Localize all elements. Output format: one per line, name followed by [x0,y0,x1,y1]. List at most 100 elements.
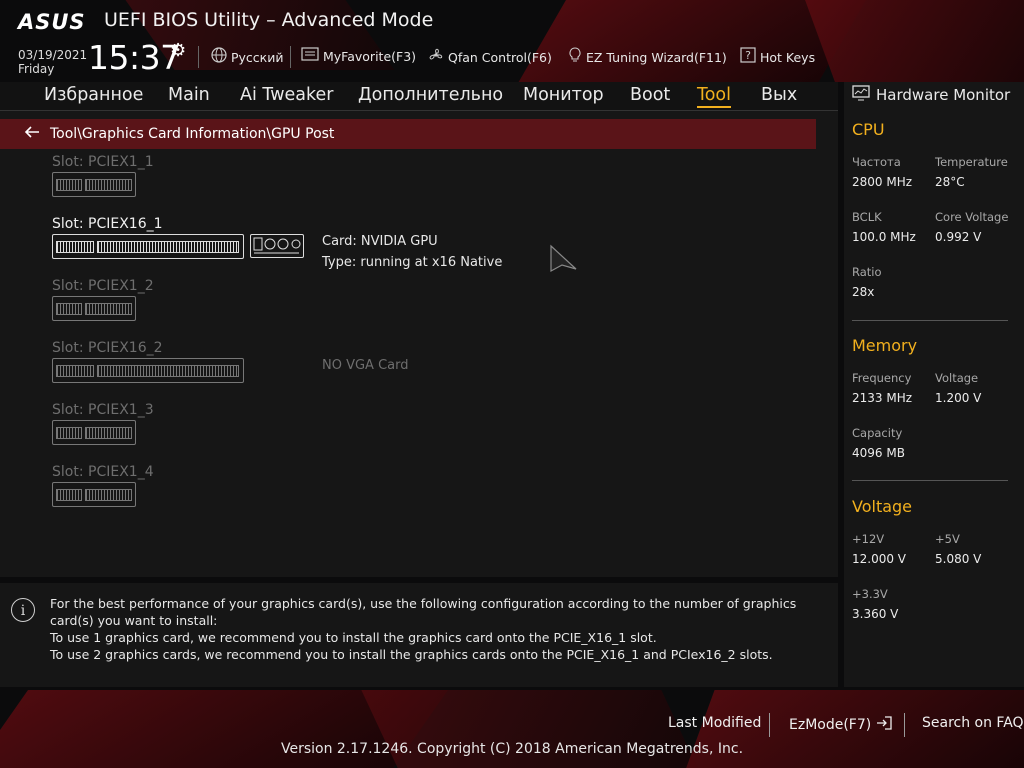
card-type: Type: running at x16 Native [322,255,503,270]
last-modified-button[interactable]: Last Modified [668,715,761,731]
pcie-x1-slot[interactable] [52,482,136,507]
tab-ai-tweaker[interactable]: Ai Tweaker [240,85,333,105]
breadcrumb[interactable]: Tool\Graphics Card Information\GPU Post [0,119,816,149]
pcie-x16-slot[interactable] [52,358,244,383]
card-name: Card: NVIDIA GPU [322,234,438,249]
back-arrow-icon[interactable] [24,124,40,144]
main-menu: Избранное Main Ai Tweaker Дополнительно … [0,82,838,110]
help-line: To use 2 graphics cards, we recommend yo… [50,647,773,662]
ratio-value: 28x [852,285,875,299]
pcie-x16-slot[interactable] [52,234,244,259]
section-divider [852,320,1008,321]
ez-tuning-button[interactable]: EZ Tuning Wizard(F11) [568,47,727,67]
gear-icon[interactable]: ⚙ [170,40,186,61]
slot-label: Slot: PCIEX1_2 [52,278,154,294]
ezmode-button[interactable]: EzMode(F7) [789,715,893,735]
help-line: For the best performance of your graphic… [50,596,797,628]
slot-label: Slot: PCIEX16_2 [52,340,163,356]
divider [290,46,291,68]
v33-value: 3.360 V [852,607,899,621]
clock-time[interactable]: 15:37 [88,38,181,77]
lightbulb-icon [568,47,582,67]
v12-label: +12V [852,532,885,546]
monitor-icon [852,85,870,105]
slot-label: Slot: PCIEX1_1 [52,154,154,170]
tab-exit[interactable]: Вых [761,85,797,105]
slot-label: Slot: PCIEX16_1 [52,216,163,232]
help-panel: i For the best performance of your graph… [0,583,838,687]
hardware-monitor-header[interactable]: Hardware Monitor [852,85,1010,105]
hardware-monitor-panel: Hardware Monitor CPU Частота Temperature… [844,82,1024,687]
cpu-section-title: CPU [852,120,885,139]
cpu-freq-value: 2800 MHz [852,175,913,189]
help-icon: ? [740,47,756,67]
bclk-value: 100.0 MHz [852,230,916,244]
tab-main[interactable]: Main [168,85,210,105]
section-divider [852,480,1008,481]
pcie-x1-slot[interactable] [52,296,136,321]
language-button[interactable]: Русский [211,47,283,67]
content-panel: Tool\Graphics Card Information\GPU Post … [0,111,838,577]
v12-value: 12.000 V [852,552,907,566]
ez-tuning-label: EZ Tuning Wizard(F11) [586,49,727,65]
tab-favorites[interactable]: Избранное [44,85,143,105]
breadcrumb-path: Tool\Graphics Card Information\GPU Post [50,126,335,142]
asus-logo: ASUS [18,10,86,34]
help-line: To use 1 graphics card, we recommend you… [50,630,657,645]
ezmode-label: EzMode(F7) [789,717,872,733]
day-text: Friday [18,62,55,76]
myfavorite-label: MyFavorite(F3) [323,48,417,64]
slot-label: Slot: PCIEX1_4 [52,464,154,480]
help-text: For the best performance of your graphic… [50,595,825,663]
language-label: Русский [231,49,284,65]
qfan-label: Qfan Control(F6) [448,49,552,65]
favorite-icon [301,47,319,65]
slot-label: Slot: PCIEX1_3 [52,402,154,418]
tab-tool[interactable]: Tool [697,85,731,108]
tab-monitor[interactable]: Монитор [523,85,604,105]
cpu-temp-value: 28°C [935,175,965,189]
core-voltage-value: 0.992 V [935,230,982,244]
bclk-label: BCLK [852,210,882,224]
exit-icon [875,715,893,735]
myfavorite-button[interactable]: MyFavorite(F3) [301,47,416,65]
mem-freq-label: Frequency [852,371,912,385]
voltage-section-title: Voltage [852,497,913,516]
date-text: 03/19/2021 [18,48,88,62]
tab-advanced[interactable]: Дополнительно [358,85,503,105]
app-title: UEFI BIOS Utility – Advanced Mode [104,9,434,31]
info-icon: i [11,598,35,622]
v33-label: +3.3V [852,587,888,601]
mem-volt-value: 1.200 V [935,391,982,405]
capacity-label: Capacity [852,426,903,440]
mem-volt-label: Voltage [935,371,979,385]
hotkeys-button[interactable]: ? Hot Keys [740,47,815,67]
fan-icon [428,47,444,67]
divider [769,713,770,737]
divider [198,46,199,68]
mem-freq-value: 2133 MHz [852,391,913,405]
hotkeys-label: Hot Keys [760,49,816,65]
svg-text:?: ? [745,49,751,62]
footer-bar: Last Modified EzMode(F7) Search on FAQ V… [0,705,1024,768]
capacity-value: 4096 MB [852,446,905,460]
pcie-x1-slot[interactable] [52,172,136,197]
date-display: 03/19/2021 Friday [18,48,87,76]
v5-value: 5.080 V [935,552,982,566]
globe-icon [211,47,227,67]
divider [904,713,905,737]
memory-section-title: Memory [852,336,918,355]
ratio-label: Ratio [852,265,882,279]
cpu-temp-label: Temperature [935,155,1008,169]
pcie-x1-slot[interactable] [52,420,136,445]
qfan-button[interactable]: Qfan Control(F6) [428,47,552,67]
copyright-text: Version 2.17.1246. Copyright (C) 2018 Am… [280,741,744,757]
no-vga-status: NO VGA Card [322,358,409,373]
header-bar: ASUS UEFI BIOS Utility – Advanced Mode 0… [0,0,1024,82]
hardware-monitor-title: Hardware Monitor [876,86,1011,104]
cpu-freq-label: Частота [852,155,901,169]
graphics-card-icon [250,234,304,258]
search-faq-button[interactable]: Search on FAQ [922,715,1024,731]
tab-boot[interactable]: Boot [630,85,670,105]
core-voltage-label: Core Voltage [935,210,1009,224]
